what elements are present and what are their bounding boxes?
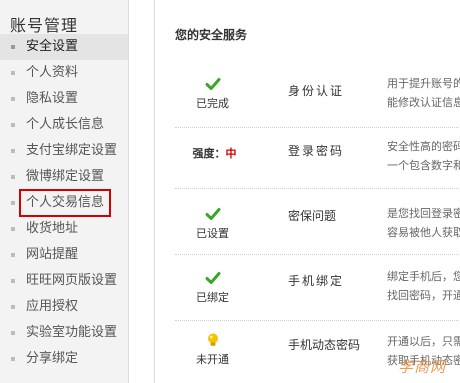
desc-line: 用于提升账号的: [387, 77, 460, 90]
bullet-icon: [11, 253, 15, 257]
check-icon: [205, 272, 220, 284]
sidebar-item-label: 个人资料: [26, 65, 79, 80]
service-desc: 绑定手机后，您 找回密码，开通: [387, 267, 460, 305]
divider: [175, 188, 460, 189]
service-row-password: 强度：中 登录密码 安全性高的密码 一个包含数字和: [155, 128, 460, 194]
sidebar-item-label: 隐私设置: [26, 91, 79, 106]
sidebar-menu: 安全设置 个人资料 隐私设置 个人成长信息 支付宝绑定设置 微博绑定设置 个人交…: [0, 34, 128, 372]
lightbulb-icon: [207, 333, 218, 346]
sidebar-item-security[interactable]: 安全设置: [0, 34, 128, 60]
status: 未开通: [185, 332, 240, 367]
sidebar-item-wangwang[interactable]: 旺旺网页版设置: [0, 268, 128, 294]
sidebar-item-weibo[interactable]: 微博绑定设置: [0, 164, 128, 190]
sidebar-item-profile[interactable]: 个人资料: [0, 60, 128, 86]
strength-label: 强度：: [192, 147, 226, 160]
sidebar-item-label: 安全设置: [26, 39, 79, 54]
sidebar-item-label: 个人交易信息: [26, 195, 105, 210]
service-desc: 用于提升账号的 能修改认证信息: [387, 74, 460, 112]
bullet-icon: [11, 71, 15, 75]
status-text: 已设置: [196, 227, 229, 240]
service-desc: 是您找回登录密 容易被他人获取: [387, 204, 460, 242]
bullet-icon: [11, 279, 15, 283]
divider: [175, 320, 460, 321]
check-icon: [205, 208, 220, 220]
desc-line: 是您找回登录密: [387, 207, 460, 220]
desc-line: 安全性高的密码: [387, 140, 460, 153]
security-panel: 您的安全服务 已完成 身份认证 用于提升账号的 能修改认证信息 强度：中 登录密…: [154, 0, 460, 383]
strength-value: 中: [225, 147, 237, 160]
sidebar-item-label: 旺旺网页版设置: [26, 273, 118, 288]
bullet-icon: [11, 149, 15, 153]
sidebar-item-lab[interactable]: 实验室功能设置: [0, 320, 128, 346]
sidebar-item-label: 实验室功能设置: [26, 325, 118, 340]
panel-title: 您的安全服务: [175, 28, 248, 42]
status: 强度：中: [177, 142, 252, 161]
sidebar-title: 账号管理: [10, 16, 79, 35]
service-name: 密保问题: [288, 209, 337, 223]
service-name: 登录密码: [288, 144, 345, 158]
sidebar-item-privacy[interactable]: 隐私设置: [0, 86, 128, 112]
sidebar-item-label: 微博绑定设置: [26, 169, 105, 184]
sidebar-item-growth[interactable]: 个人成长信息: [0, 112, 128, 138]
service-row-phone: 已绑定 手机绑定 绑定手机后，您 找回密码，开通: [155, 256, 460, 322]
service-name: 手机动态密码: [288, 338, 361, 352]
sidebar-item-trade-info[interactable]: 个人交易信息: [0, 190, 128, 216]
sidebar-item-label: 应用授权: [26, 299, 79, 314]
desc-line: 能修改认证信息: [387, 96, 460, 109]
bullet-icon: [11, 97, 15, 101]
bullet-icon: [11, 45, 15, 49]
service-row-security-question: 已设置 密保问题 是您找回登录密 容易被他人获取: [155, 190, 460, 256]
sidebar-item-alipay[interactable]: 支付宝绑定设置: [0, 138, 128, 164]
desc-line: 找回密码，开通: [387, 289, 460, 302]
bullet-icon: [11, 357, 15, 361]
sidebar-item-label: 个人成长信息: [26, 117, 105, 132]
sidebar: 账号管理 安全设置 个人资料 隐私设置 个人成长信息 支付宝绑定设置 微博绑定设…: [0, 0, 129, 383]
service-desc: 安全性高的密码 一个包含数字和: [387, 137, 460, 175]
bullet-icon: [11, 305, 15, 309]
watermark-logo: 学商网: [398, 358, 447, 376]
sidebar-item-label: 网站提醒: [26, 247, 79, 262]
sidebar-item-reminders[interactable]: 网站提醒: [0, 242, 128, 268]
sidebar-item-app-auth[interactable]: 应用授权: [0, 294, 128, 320]
service-row-identity: 已完成 身份认证 用于提升账号的 能修改认证信息: [155, 64, 460, 130]
status-text: 已绑定: [196, 291, 229, 304]
bullet-icon: [11, 123, 15, 127]
status: 已设置: [185, 206, 240, 241]
divider: [175, 254, 460, 255]
status: 已绑定: [185, 270, 240, 305]
sidebar-item-label: 分享绑定: [26, 351, 79, 366]
bullet-icon: [11, 331, 15, 335]
desc-line: 容易被他人获取: [387, 226, 460, 239]
status-text: 未开通: [196, 353, 229, 366]
service-name: 手机绑定: [288, 274, 345, 288]
status: 已完成: [185, 76, 240, 111]
service-name: 身份认证: [288, 84, 345, 98]
bullet-icon: [11, 175, 15, 179]
bullet-icon: [11, 227, 15, 231]
sidebar-item-label: 收货地址: [26, 221, 79, 236]
desc-line: 一个包含数字和: [387, 159, 460, 172]
sidebar-item-label: 支付宝绑定设置: [26, 143, 118, 158]
bullet-icon: [11, 201, 15, 205]
check-icon: [205, 78, 220, 90]
desc-line: 绑定手机后，您: [387, 270, 460, 283]
desc-line: 开通以后，只需: [387, 335, 460, 348]
sidebar-item-share[interactable]: 分享绑定: [0, 346, 128, 372]
status-text: 已完成: [196, 97, 229, 110]
sidebar-item-address[interactable]: 收货地址: [0, 216, 128, 242]
